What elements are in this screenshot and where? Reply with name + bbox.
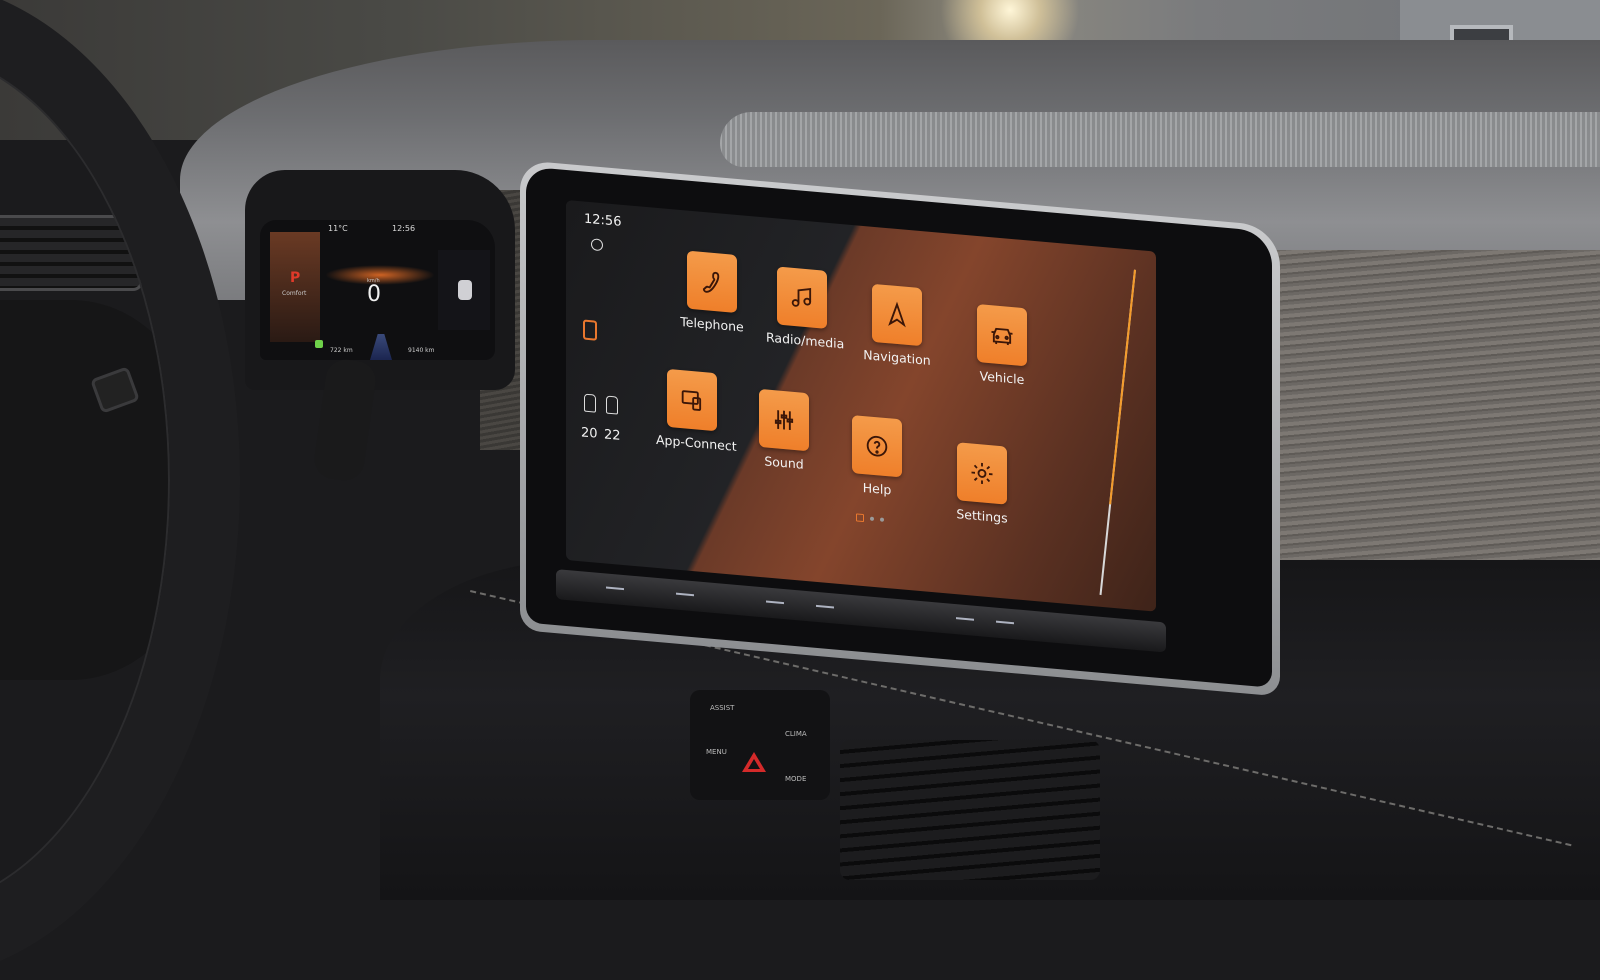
- volume-slider-fill: [1109, 269, 1136, 505]
- app-label: Sound: [764, 453, 804, 472]
- app-label: Vehicle: [979, 368, 1025, 388]
- driver-temperature[interactable]: 20: [581, 425, 598, 441]
- app-label: Navigation: [863, 347, 931, 368]
- odometer-readout: 9140 km: [408, 347, 435, 354]
- infotainment-unit: 12:56 20 22 Telephone Radio/media Naviga…: [520, 160, 1280, 697]
- app-tile-app-connect[interactable]: App-Connect: [656, 368, 737, 454]
- app-tile-telephone[interactable]: Telephone: [676, 250, 748, 335]
- assist-button[interactable]: ASSIST: [710, 704, 734, 712]
- app-tile-settings[interactable]: Settings: [946, 441, 1018, 526]
- touch-key[interactable]: [816, 604, 834, 609]
- cluster-left-panel: [270, 232, 320, 342]
- app-tile-sound[interactable]: Sound: [748, 388, 820, 473]
- phone-icon: [687, 250, 737, 313]
- touch-key[interactable]: [676, 592, 694, 597]
- car-icon: [458, 280, 472, 300]
- touch-key[interactable]: [956, 617, 974, 621]
- status-ok-icon: [315, 340, 323, 348]
- lane-assist-icon: [370, 334, 392, 360]
- app-tile-radio-media[interactable]: Radio/media: [766, 266, 845, 352]
- gear-indicator: P: [290, 270, 301, 286]
- touch-key[interactable]: [996, 620, 1014, 625]
- range-readout: 722 km: [330, 347, 353, 354]
- cluster-time: 12:56: [392, 224, 416, 233]
- center-console-buttons: ASSIST CLIMA MENU MODE: [690, 690, 830, 800]
- speaker-grille: [720, 112, 1600, 167]
- cluster-temperature: 11°C: [328, 224, 348, 233]
- app-label: Help: [862, 479, 892, 498]
- instrument-cluster: P Comfort 11°C 12:56 km/h 0 722 km 9140 …: [260, 220, 495, 360]
- touch-key[interactable]: [766, 600, 784, 605]
- app-tile-help[interactable]: Help: [841, 414, 913, 499]
- page-dot[interactable]: [880, 517, 884, 522]
- app-label: Telephone: [680, 314, 744, 335]
- air-vent-center[interactable]: [840, 740, 1100, 880]
- page-dot[interactable]: [870, 516, 874, 521]
- car-icon: [977, 303, 1027, 367]
- app-tile-navigation[interactable]: Navigation: [861, 283, 933, 368]
- mode-button[interactable]: MODE: [785, 775, 806, 783]
- seat-heating-passenger-icon[interactable]: [606, 395, 618, 415]
- app-tile-vehicle[interactable]: Vehicle: [966, 303, 1038, 388]
- hazard-button[interactable]: [742, 752, 766, 772]
- touch-key[interactable]: [606, 586, 624, 591]
- seat-heating-driver-icon[interactable]: [584, 393, 596, 413]
- equalizer-icon: [759, 388, 809, 452]
- clima-button[interactable]: CLIMA: [785, 730, 807, 738]
- volume-slider[interactable]: [1099, 269, 1136, 596]
- app-label: Settings: [956, 506, 1008, 526]
- menu-button[interactable]: MENU: [706, 748, 727, 756]
- drive-mode: Comfort: [282, 290, 307, 297]
- music-note-icon: [777, 266, 827, 329]
- page-dot-active[interactable]: [856, 513, 864, 523]
- question-circle-icon: [852, 415, 902, 478]
- speed-readout: 0: [367, 282, 381, 307]
- app-label: Radio/media: [766, 329, 845, 352]
- gear-icon: [957, 442, 1007, 505]
- infotainment-frame: 12:56 20 22 Telephone Radio/media Naviga…: [526, 166, 1272, 688]
- page-indicator[interactable]: [856, 513, 884, 523]
- passenger-temperature[interactable]: 22: [604, 427, 621, 443]
- home-icon[interactable]: [583, 319, 597, 341]
- navigation-arrow-icon: [872, 283, 922, 347]
- infotainment-screen: 12:56 20 22 Telephone Radio/media Naviga…: [566, 200, 1156, 612]
- status-time: 12:56: [584, 211, 622, 230]
- phone-tablet-icon: [667, 368, 717, 432]
- globe-icon[interactable]: [591, 238, 603, 252]
- app-label: App-Connect: [656, 431, 737, 454]
